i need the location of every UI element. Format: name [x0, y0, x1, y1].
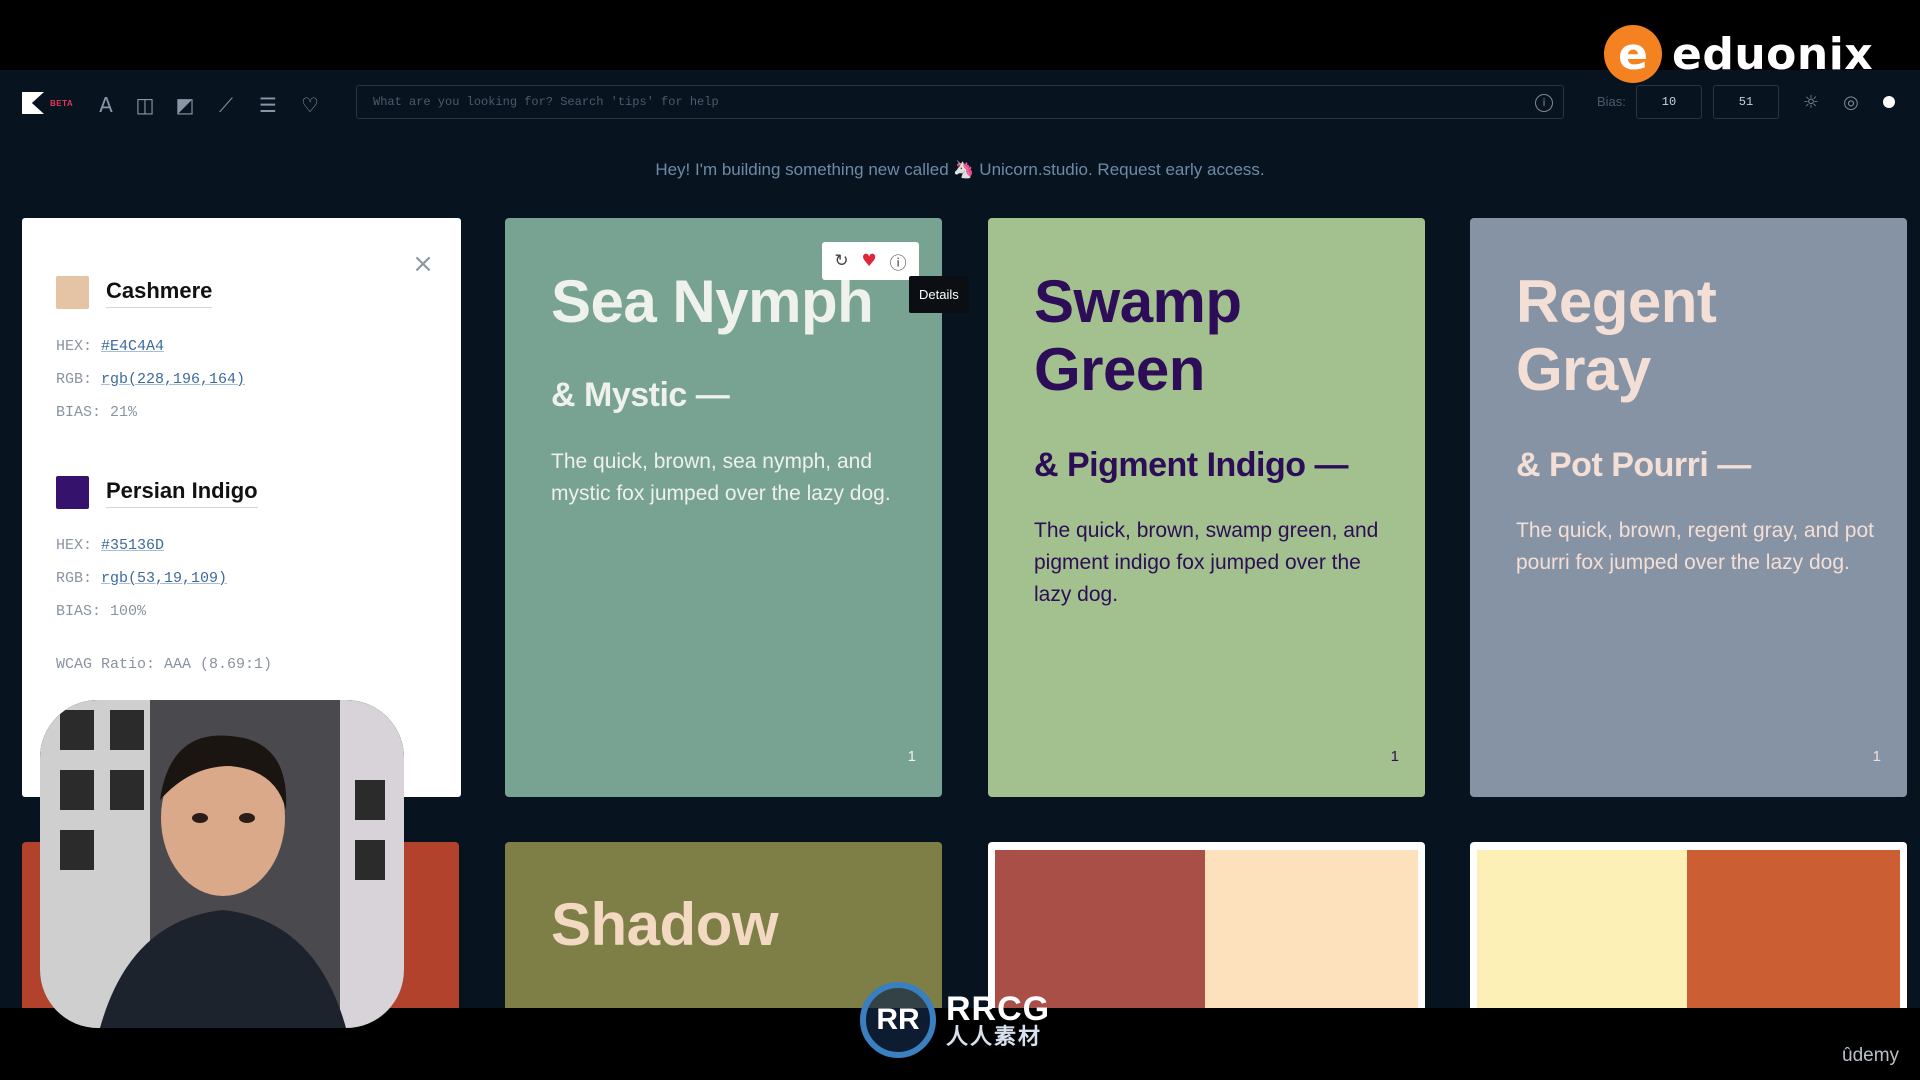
rgb-label: RGB: [56, 570, 93, 587]
hex-row: HEX: #E4C4A4 [56, 338, 164, 355]
hex-row: HEX: #35136D [56, 537, 164, 554]
announcement-text: Hey! I'm building something new called [655, 160, 949, 179]
chart-icon[interactable]: ⟋ [214, 93, 238, 117]
card-subtitle: & Mystic — [551, 376, 730, 414]
rgb-row: RGB: rgb(228,196,164) [56, 371, 245, 388]
swatch-right [1205, 850, 1418, 1008]
persian-indigo-swatch [56, 476, 89, 509]
eduonix-wordmark: eduonix [1672, 28, 1874, 80]
brand[interactable]: BETA [22, 92, 73, 114]
swatch-right [1687, 850, 1900, 1008]
toolbar: BETA A ◫ ◩ ⟋ ☰ ♡ i Bias: 10 51 ☼ ◎ [0, 82, 1920, 138]
bias-value: BIAS: 100% [56, 603, 147, 620]
rgb-row: RGB: rgb(53,19,109) [56, 570, 227, 587]
bias-value: BIAS: 21% [56, 404, 138, 421]
card-subtitle: & Pigment Indigo — [1034, 446, 1348, 484]
card-sample-text: The quick, brown, sea nymph, and mystic … [551, 450, 891, 505]
card-count: 1 [907, 748, 916, 765]
card-sample-text: The quick, brown, swamp green, and pigme… [1034, 519, 1379, 606]
udemy-logo: ûdemy [1842, 1045, 1900, 1066]
image-icon[interactable]: ◩ [173, 93, 197, 117]
dot-icon[interactable] [1883, 96, 1895, 108]
rgb-value[interactable]: rgb(53,19,109) [101, 570, 227, 587]
announcement-bar: Hey! I'm building something new called 🦄… [0, 160, 1920, 180]
card-sample-text: The quick, brown, regent gray, and pot p… [1516, 519, 1874, 574]
card-count: 1 [1872, 748, 1881, 765]
presenter-webcam [40, 700, 404, 1028]
hex-value[interactable]: #35136D [101, 537, 164, 554]
hex-label: HEX: [56, 537, 93, 554]
bias-input-a[interactable]: 10 [1636, 85, 1702, 119]
beta-badge: BETA [50, 98, 74, 108]
color-name: Persian Indigo [106, 478, 258, 508]
announcement-tail: . Request early access. [1087, 160, 1265, 179]
palette-card[interactable] [1470, 842, 1907, 1008]
list-icon[interactable]: ☰ [256, 93, 280, 117]
close-icon[interactable]: × [411, 251, 435, 277]
card-title: Regent Gray [1516, 268, 1717, 403]
swatch-left [1477, 850, 1687, 1008]
card-subtitle: & Pot Pourri — [1516, 446, 1751, 484]
hex-value[interactable]: #E4C4A4 [101, 338, 164, 355]
details-tooltip: Details [909, 276, 969, 313]
bias-label: Bias: [1597, 94, 1626, 109]
bias-input-b[interactable]: 51 [1713, 85, 1779, 119]
rrcg-watermark: RR RRCG 人人素材 [860, 982, 1050, 1058]
palette-card[interactable]: Sea Nymph & Mystic — The quick, brown, s… [505, 218, 942, 797]
unicorn-icon: 🦄 [953, 160, 975, 179]
cashmere-swatch [56, 276, 89, 309]
eduonix-badge: e [1604, 25, 1662, 83]
info-icon[interactable]: i [1535, 94, 1553, 112]
announcement-link[interactable]: Unicorn.studio [979, 160, 1088, 179]
logo-icon [22, 92, 44, 114]
search-bar: i [356, 85, 1564, 119]
presenter-video [40, 700, 404, 1028]
sun-icon[interactable]: ☼ [1800, 91, 1822, 113]
search-input[interactable] [357, 86, 1563, 118]
rgb-value[interactable]: rgb(228,196,164) [101, 371, 245, 388]
card-count: 1 [1390, 748, 1399, 765]
color-name: Cashmere [106, 278, 213, 308]
info-icon[interactable]: ⓘ [890, 249, 907, 274]
refresh-icon[interactable]: ↻ [834, 251, 848, 271]
palette-card[interactable]: Regent Gray & Pot Pourri — The quick, br… [1470, 218, 1907, 797]
card-title: Shadow [551, 891, 779, 958]
wcag-ratio: WCAG Ratio: AAA (8.69:1) [56, 656, 273, 673]
card-hover-toolbar: ↻ ♥ ⓘ [822, 242, 919, 280]
rrcg-en: RRCG [946, 990, 1051, 1028]
hex-label: HEX: [56, 338, 93, 355]
heart-icon[interactable]: ♥ [861, 251, 876, 271]
text-icon[interactable]: A [94, 93, 118, 117]
eduonix-logo: e eduonix [1604, 24, 1873, 84]
rrcg-cn: 人人素材 [946, 1024, 1043, 1049]
card-title: Swamp Green [1034, 268, 1242, 403]
rrcg-badge: RR [860, 982, 936, 1058]
rrcg-text: RRCG 人人素材 [946, 992, 1050, 1048]
palette-card[interactable]: Swamp Green & Pigment Indigo — The quick… [988, 218, 1425, 797]
rgb-label: RGB: [56, 371, 93, 388]
columns-icon[interactable]: ◫ [133, 93, 157, 117]
target-icon[interactable]: ◎ [1840, 91, 1862, 113]
palette-card[interactable] [988, 842, 1425, 1008]
heart-icon[interactable]: ♡ [298, 93, 322, 117]
